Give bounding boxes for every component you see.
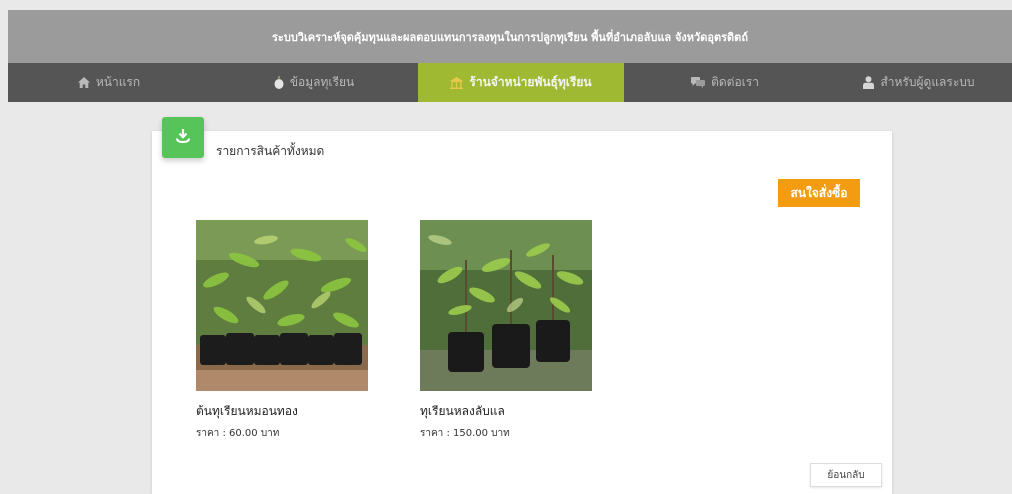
admin-icon (863, 76, 875, 89)
nav-item-label: สำหรับผู้ดูแลระบบ (880, 75, 975, 89)
product-price: ราคา : 150.00 บาท (420, 428, 510, 439)
nav-item-durian-info[interactable]: ข้อมูลทุเรียน (210, 63, 418, 102)
product-image[interactable] (196, 220, 368, 391)
chat-icon (691, 77, 706, 88)
card-badge (162, 117, 204, 158)
nav-item-shop[interactable]: ร้านจำหน่ายพันธุ์ทุเรียน (418, 63, 624, 102)
product-card[interactable]: ทุเรียนหลงลับแล ราคา : 150.00 บาท (420, 220, 592, 439)
order-button[interactable]: สนใจสั่งซื้อ (778, 179, 860, 207)
product-name[interactable]: ทุเรียนหลงลับแล (420, 402, 505, 421)
download-icon (176, 128, 190, 147)
product-price: ราคา : 60.00 บาท (196, 428, 280, 439)
nav-item-home[interactable]: หน้าแรก (8, 63, 210, 102)
card-title: รายการสินค้าทั้งหมด (216, 144, 325, 158)
back-button[interactable]: ย้อนกลับ (810, 463, 882, 487)
product-image[interactable] (420, 220, 592, 391)
nav-item-label: ร้านจำหน่ายพันธุ์ทุเรียน (469, 75, 592, 89)
nav-item-label: ข้อมูลทุเรียน (289, 75, 355, 89)
product-name[interactable]: ต้นทุเรียนหมอนทอง (196, 402, 298, 421)
shop-icon (450, 76, 464, 89)
nav-item-label: ติดต่อเรา (711, 75, 759, 89)
nav-item-admin[interactable]: สำหรับผู้ดูแลระบบ (826, 63, 1012, 102)
durian-icon (274, 76, 284, 89)
home-icon (77, 77, 90, 88)
nav-item-label: หน้าแรก (95, 75, 141, 89)
site-title: ระบบวิเคราะห์จุดคุ้มทุนและผลตอบแทนการลงท… (272, 30, 748, 44)
main-nav: หน้าแรก ข้อมูลทุเรียน ร้านจำหน่ายพันธุ์ท… (8, 63, 1012, 102)
site-header: ระบบวิเคราะห์จุดคุ้มทุนและผลตอบแทนการลงท… (8, 10, 1012, 63)
product-card[interactable]: ต้นทุเรียนหมอนทอง ราคา : 60.00 บาท (196, 220, 368, 439)
nav-item-contact[interactable]: ติดต่อเรา (624, 63, 826, 102)
